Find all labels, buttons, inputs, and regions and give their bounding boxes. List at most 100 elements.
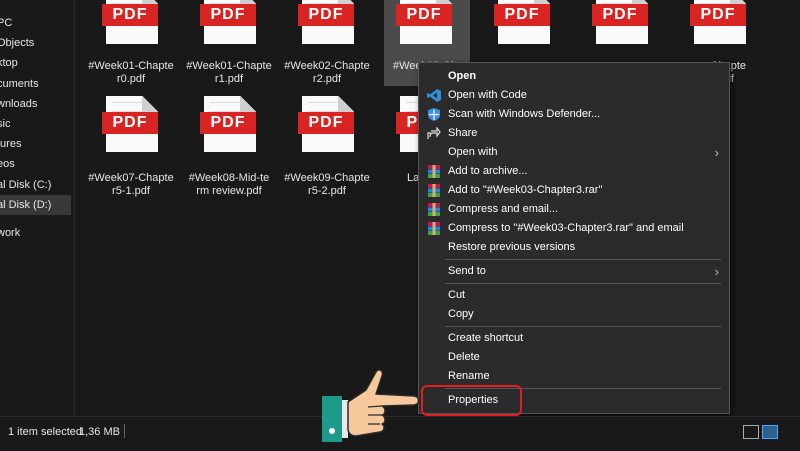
details-view-icon[interactable] xyxy=(743,425,759,439)
share-icon xyxy=(427,127,441,139)
menu-item-restore-versions[interactable]: Restore previous versions xyxy=(419,238,729,257)
vscode-icon xyxy=(427,89,441,102)
shield-icon xyxy=(428,108,440,121)
menu-item-open[interactable]: Open xyxy=(419,67,729,86)
menu-label: Restore previous versions xyxy=(448,241,576,253)
large-icons-view-icon[interactable] xyxy=(762,425,778,439)
menu-item-open-with[interactable]: Open with › xyxy=(419,143,729,162)
nav-label: PC xyxy=(0,17,13,29)
pdf-file-icon: PDF xyxy=(102,96,158,152)
winrar-icon xyxy=(428,165,440,178)
pdf-file-icon: PDF xyxy=(102,0,158,44)
pdf-badge: PDF xyxy=(102,4,158,26)
menu-label: Cut xyxy=(448,289,466,301)
menu-label: Rename xyxy=(448,370,490,382)
nav-label: work xyxy=(0,227,21,239)
menu-item-add-to-rar[interactable]: Add to "#Week03-Chapter3.rar" xyxy=(419,181,729,200)
nav-network[interactable]: work xyxy=(0,223,71,243)
nav-label: tures xyxy=(0,138,22,150)
pdf-file-icon: PDF xyxy=(200,0,256,44)
properties-highlight-annotation xyxy=(421,385,522,416)
menu-item-rename[interactable]: Rename xyxy=(419,367,729,386)
menu-label: Open with Code xyxy=(448,89,527,101)
menu-item-compress-to-rar-email[interactable]: Compress to "#Week03-Chapter3.rar" and e… xyxy=(419,219,729,238)
pdf-file-icon: PDF xyxy=(396,0,452,44)
file-name: #Week02-Chapte xyxy=(284,60,370,72)
pdf-badge: PDF xyxy=(396,4,452,26)
menu-label: Compress to "#Week03-Chapter3.rar" and e… xyxy=(448,222,684,234)
context-menu: Open Open with Code Scan with Windows De… xyxy=(418,62,730,414)
menu-label: Create shortcut xyxy=(448,332,524,344)
file-name: r5-1.pdf xyxy=(112,185,150,197)
nav-label: sic xyxy=(0,118,11,130)
nav-local-disk-d[interactable]: al Disk (D:) xyxy=(0,195,71,215)
file-name: #Week09-Chapte xyxy=(284,172,370,184)
pdf-file-icon: PDF xyxy=(298,96,354,152)
file-name: r1.pdf xyxy=(214,73,244,85)
pdf-file-icon: PDF xyxy=(592,0,648,44)
menu-item-cut[interactable]: Cut xyxy=(419,286,729,305)
file-name: r2.pdf xyxy=(312,73,342,85)
nav-label: al Disk (D:) xyxy=(0,199,52,211)
menu-label: Send to xyxy=(448,265,486,277)
pdf-file-icon: PDF xyxy=(298,0,354,44)
nav-videos[interactable]: eos xyxy=(0,154,71,174)
menu-item-scan-defender[interactable]: Scan with Windows Defender... xyxy=(419,105,729,124)
nav-label: eos xyxy=(0,158,15,170)
chevron-right-icon: › xyxy=(714,264,719,279)
winrar-icon xyxy=(428,184,440,197)
pdf-badge: PDF xyxy=(494,4,550,26)
nav-pictures[interactable]: tures xyxy=(0,134,71,154)
nav-label: Objects xyxy=(0,37,35,49)
menu-item-copy[interactable]: Copy xyxy=(419,305,729,324)
menu-label: Open with xyxy=(448,146,498,158)
pdf-badge: PDF xyxy=(592,4,648,26)
nav-documents[interactable]: cuments xyxy=(0,74,71,94)
nav-downloads[interactable]: wnloads xyxy=(0,94,71,114)
menu-item-send-to[interactable]: Send to › xyxy=(419,262,729,281)
pdf-badge: PDF xyxy=(200,4,256,26)
menu-separator xyxy=(445,283,721,284)
menu-item-add-to-archive[interactable]: Add to archive... xyxy=(419,162,729,181)
nav-this-pc[interactable]: PC xyxy=(0,13,71,33)
pdf-file-icon: PDF xyxy=(494,0,550,44)
pdf-file-icon: PDF xyxy=(690,0,746,44)
menu-item-delete[interactable]: Delete xyxy=(419,348,729,367)
file-name: r5-2.pdf xyxy=(308,185,346,197)
nav-desktop[interactable]: ktop xyxy=(0,53,71,73)
menu-item-open-with-code[interactable]: Open with Code xyxy=(419,86,729,105)
file-name: #Week01-Chapte xyxy=(88,60,174,72)
menu-item-share[interactable]: Share xyxy=(419,124,729,143)
winrar-icon xyxy=(428,203,440,216)
menu-label: Add to "#Week03-Chapter3.rar" xyxy=(448,184,603,196)
menu-separator xyxy=(445,326,721,327)
file-name: #Week08-Mid-te xyxy=(188,172,270,184)
file-name: r0.pdf xyxy=(116,73,146,85)
nav-local-disk-c[interactable]: al Disk (C:) xyxy=(0,175,71,195)
file-name: rm review.pdf xyxy=(196,185,262,197)
navigation-pane: PC Objects ktop cuments wnloads sic ture… xyxy=(0,0,75,416)
nav-music[interactable]: sic xyxy=(0,114,71,134)
menu-item-create-shortcut[interactable]: Create shortcut xyxy=(419,329,729,348)
chevron-right-icon: › xyxy=(714,145,719,160)
pointing-hand-icon xyxy=(322,369,420,442)
menu-item-compress-email[interactable]: Compress and email... xyxy=(419,200,729,219)
nav-label: cuments xyxy=(0,78,39,90)
menu-label: Add to archive... xyxy=(448,165,528,177)
file-name: #Week01-Chapte xyxy=(186,60,272,72)
menu-label: Delete xyxy=(448,351,480,363)
pdf-badge: PDF xyxy=(690,4,746,26)
selection-count: 1 item selected xyxy=(8,426,82,438)
menu-label: Copy xyxy=(448,308,474,320)
menu-separator xyxy=(445,259,721,260)
pdf-file-icon: PDF xyxy=(200,96,256,152)
winrar-icon xyxy=(428,222,440,235)
pdf-badge: PDF xyxy=(298,112,354,134)
file-name: #Week07-Chapte xyxy=(88,172,174,184)
menu-label: Scan with Windows Defender... xyxy=(448,108,601,120)
pdf-badge: PDF xyxy=(298,4,354,26)
status-divider xyxy=(124,424,125,438)
selection-size: 1,36 MB xyxy=(79,426,120,438)
menu-label: Share xyxy=(448,127,478,139)
nav-3d-objects[interactable]: Objects xyxy=(0,33,71,53)
